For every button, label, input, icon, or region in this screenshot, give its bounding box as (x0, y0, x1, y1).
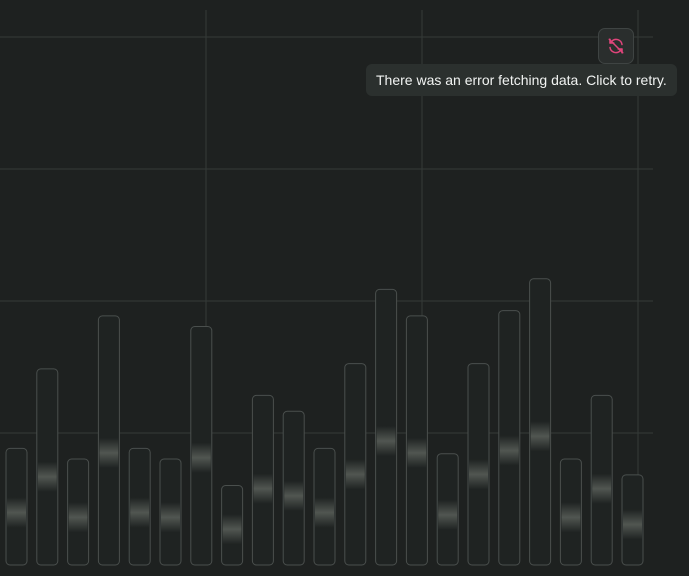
skeleton-bar-shimmer (68, 502, 88, 533)
skeleton-bar-shimmer (407, 437, 427, 468)
skeleton-bar-shimmer (222, 514, 242, 545)
skeleton-bar-shimmer (561, 502, 581, 533)
skeleton-bar-shimmer (7, 497, 26, 528)
skeleton-bar-shimmer (284, 480, 304, 511)
skeleton-bar-shimmer (315, 497, 334, 528)
error-message: There was an error fetching data. Click … (376, 72, 667, 88)
retry-button[interactable] (598, 28, 634, 64)
skeleton-bar-shimmer (130, 497, 150, 528)
skeleton-bar-shimmer (99, 437, 119, 468)
skeleton-bar-shimmer (592, 473, 612, 504)
skeleton-bar-shimmer (499, 435, 519, 466)
skeleton-bar-shimmer (37, 461, 57, 492)
skeleton-bar-shimmer (253, 473, 273, 504)
skeleton-bar-shimmer (469, 459, 488, 490)
sync-off-icon (608, 38, 624, 54)
error-tooltip: There was an error fetching data. Click … (366, 64, 677, 96)
skeleton-bars (5, 278, 644, 566)
skeleton-bar-shimmer (191, 442, 211, 473)
skeleton-bar-shimmer (161, 502, 180, 533)
skeleton-bar-shimmer (623, 509, 642, 540)
skeleton-bar-shimmer (438, 499, 458, 530)
skeleton-bar-shimmer (376, 425, 396, 456)
skeleton-bar-shimmer (345, 459, 365, 490)
skeleton-bar-shimmer (530, 421, 550, 452)
